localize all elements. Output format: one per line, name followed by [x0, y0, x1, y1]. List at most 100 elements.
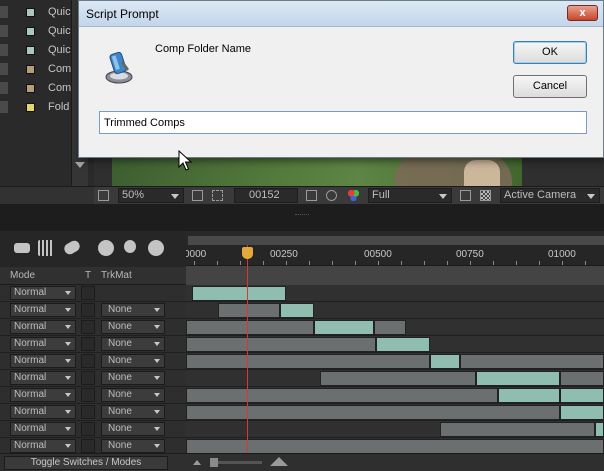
blend-mode-dropdown[interactable]: Normal — [10, 286, 76, 300]
layer-duration-bar[interactable] — [320, 371, 476, 386]
twirl-toggle[interactable] — [0, 82, 8, 94]
layer-duration-bar[interactable] — [186, 354, 430, 369]
color-channels-icon[interactable] — [348, 190, 359, 201]
layer-row[interactable]: Normal None — [0, 387, 186, 404]
comp-folder-name-input[interactable] — [99, 111, 587, 134]
shy-layers-icon[interactable] — [98, 240, 114, 256]
zoom-out-icon[interactable] — [193, 460, 201, 465]
fast-previews-icon[interactable] — [460, 190, 471, 201]
time-navigator[interactable] — [186, 265, 604, 318]
label-color-swatch[interactable] — [26, 84, 35, 93]
resolution-dropdown[interactable]: Full — [368, 188, 452, 203]
layer-duration-bar[interactable] — [460, 354, 604, 369]
panel-divider[interactable] — [0, 204, 604, 231]
blend-mode-dropdown[interactable]: Normal — [10, 405, 76, 419]
grid-icon[interactable] — [98, 190, 109, 201]
layer-row[interactable]: Normal None — [0, 404, 186, 421]
draft-3d-icon[interactable] — [38, 240, 54, 256]
ok-button[interactable]: OK — [513, 41, 587, 64]
zoom-slider-knob[interactable] — [210, 458, 218, 467]
comp-mini-flowchart-icon[interactable] — [14, 243, 30, 253]
layer-duration-bar[interactable] — [218, 303, 280, 318]
layer-duration-bar[interactable] — [430, 354, 460, 369]
blend-mode-dropdown[interactable]: Normal — [10, 320, 76, 334]
layer-row[interactable]: Normal None — [0, 302, 186, 319]
transparency-grid-icon[interactable] — [212, 190, 223, 201]
track-matte-dropdown[interactable]: None — [101, 337, 165, 351]
track-matte-dropdown[interactable]: None — [101, 439, 165, 453]
layer-duration-bar[interactable] — [314, 320, 374, 335]
preserve-transparency-checkbox[interactable] — [81, 337, 95, 351]
dialog-title-bar[interactable]: Script Prompt x — [79, 1, 603, 27]
layer-duration-bar[interactable] — [498, 388, 560, 403]
work-area-bar[interactable] — [188, 236, 604, 245]
motion-blur-icon[interactable] — [62, 238, 82, 257]
track-matte-dropdown[interactable]: None — [101, 320, 165, 334]
track-matte-dropdown[interactable]: None — [101, 371, 165, 385]
layer-row[interactable]: Normal None — [0, 421, 186, 438]
twirl-toggle[interactable] — [0, 101, 8, 113]
track-matte-dropdown[interactable]: None — [101, 388, 165, 402]
label-color-swatch[interactable] — [26, 65, 35, 74]
camera-dropdown[interactable]: Active Camera — [500, 188, 600, 203]
blend-mode-dropdown[interactable]: Normal — [10, 337, 76, 351]
layer-duration-bar[interactable] — [280, 303, 314, 318]
preserve-transparency-checkbox[interactable] — [81, 422, 95, 436]
label-color-swatch[interactable] — [26, 46, 35, 55]
time-graph[interactable]: 0000 00250 00500 00750 01000 — [186, 231, 604, 453]
layer-row[interactable]: Normal None — [0, 370, 186, 387]
preserve-transparency-checkbox[interactable] — [81, 286, 95, 300]
twirl-toggle[interactable] — [0, 44, 8, 56]
layer-duration-bar[interactable] — [560, 388, 604, 403]
preserve-transparency-checkbox[interactable] — [81, 354, 95, 368]
twirl-toggle[interactable] — [0, 25, 8, 37]
layer-duration-bar[interactable] — [186, 388, 498, 403]
zoom-in-icon[interactable] — [270, 457, 288, 466]
layer-duration-bar[interactable] — [374, 320, 406, 335]
preserve-transparency-checkbox[interactable] — [81, 303, 95, 317]
label-color-swatch[interactable] — [26, 8, 35, 17]
label-color-swatch[interactable] — [26, 27, 35, 36]
blend-mode-dropdown[interactable]: Normal — [10, 439, 76, 453]
layer-row[interactable]: Normal None — [0, 319, 186, 336]
layer-duration-bar[interactable] — [595, 422, 604, 437]
toggle-switches-modes-button[interactable]: Toggle Switches / Modes — [4, 456, 168, 470]
track-matte-dropdown[interactable]: None — [101, 303, 165, 317]
preserve-transparency-checkbox[interactable] — [81, 371, 95, 385]
layer-duration-bar[interactable] — [476, 371, 560, 386]
layer-duration-bar[interactable] — [186, 337, 376, 352]
region-of-interest-icon[interactable] — [192, 190, 203, 201]
playhead-handle[interactable] — [242, 247, 253, 259]
preserve-transparency-checkbox[interactable] — [81, 439, 95, 453]
current-time-indicator[interactable] — [247, 245, 248, 453]
checkerboard-icon[interactable] — [480, 190, 491, 201]
blend-mode-dropdown[interactable]: Normal — [10, 303, 76, 317]
preserve-transparency-checkbox[interactable] — [81, 320, 95, 334]
layer-row[interactable]: Normal None — [0, 353, 186, 370]
layer-duration-bar[interactable] — [376, 337, 430, 352]
preserve-transparency-checkbox[interactable] — [81, 405, 95, 419]
track-matte-dropdown[interactable]: None — [101, 405, 165, 419]
layer-duration-bar[interactable] — [186, 439, 604, 453]
layer-duration-bar[interactable] — [186, 405, 560, 420]
twirl-toggle[interactable] — [0, 63, 8, 75]
track-matte-dropdown[interactable]: None — [101, 422, 165, 436]
layer-duration-bar[interactable] — [186, 320, 314, 335]
track-matte-dropdown[interactable]: None — [101, 354, 165, 368]
show-snapshot-icon[interactable] — [326, 190, 337, 201]
blend-mode-dropdown[interactable]: Normal — [10, 388, 76, 402]
blend-mode-dropdown[interactable]: Normal — [10, 371, 76, 385]
layer-duration-bar[interactable] — [560, 405, 604, 420]
twirl-toggle[interactable] — [0, 6, 8, 18]
blend-mode-dropdown[interactable]: Normal — [10, 354, 76, 368]
layer-duration-bar[interactable] — [440, 422, 595, 437]
zoom-dropdown[interactable]: 50% — [118, 188, 184, 203]
timeline-zoom-slider[interactable] — [214, 461, 262, 464]
snapshot-camera-icon[interactable] — [306, 190, 317, 201]
graph-editor-icon[interactable] — [148, 240, 164, 256]
layer-row[interactable]: Normal — [0, 285, 186, 302]
layer-duration-bar[interactable] — [192, 286, 286, 301]
layer-row[interactable]: Normal None — [0, 336, 186, 353]
timecode-display[interactable]: 00152 — [234, 188, 298, 203]
label-color-swatch[interactable] — [26, 103, 35, 112]
